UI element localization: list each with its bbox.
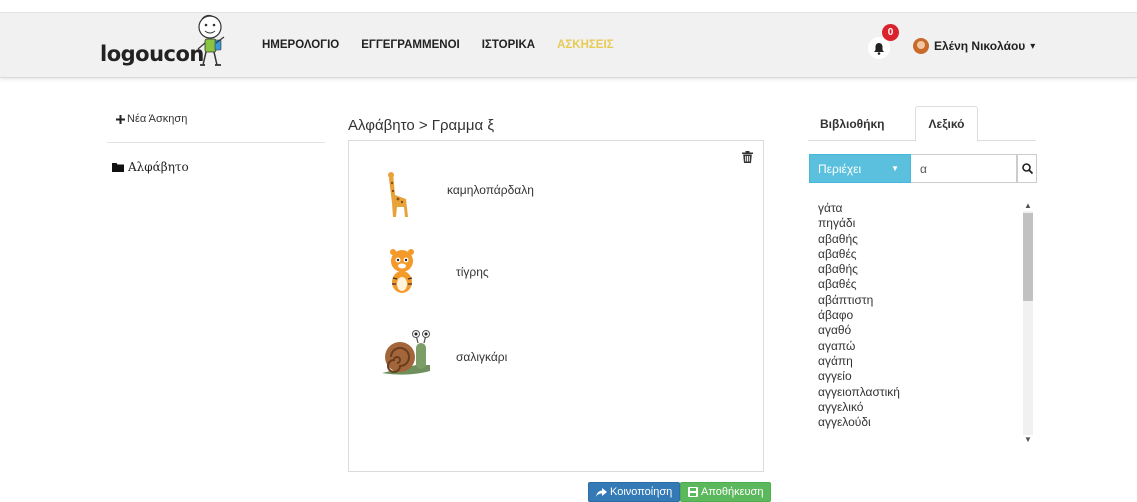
list-item[interactable]: αβαθής xyxy=(818,232,1036,247)
filter-label: Περιέχει xyxy=(818,161,862,176)
save-button[interactable]: Αποθήκευση xyxy=(680,482,772,502)
list-item[interactable]: αβαθές xyxy=(818,277,1036,292)
list-item[interactable]: αγαθό xyxy=(818,323,1036,338)
word-label: καμηλοπάρδαλη xyxy=(447,183,534,197)
save-label: Αποθήκευση xyxy=(701,486,764,498)
nav-history[interactable]: ΙΣΤΟΡΙΚΑ xyxy=(482,39,535,51)
list-item[interactable]: αγάπη xyxy=(818,354,1036,369)
tab-dictionary[interactable]: Λεξικό xyxy=(915,106,978,142)
giraffe-image xyxy=(388,172,408,217)
dictionary-search: Περιέχει ▼ xyxy=(809,154,1037,183)
list-item[interactable]: αβαθής xyxy=(818,262,1036,277)
list-item[interactable]: άβαφο xyxy=(818,308,1036,323)
breadcrumb: Αλφάβητο > Γραμμα ξ xyxy=(348,117,495,134)
new-exercise-button[interactable]: Νέα Άσκηση xyxy=(116,113,187,125)
right-tabs: Βιβλιοθήκη Λεξικό xyxy=(808,106,1036,142)
list-item[interactable]: αβάπτιστη xyxy=(818,293,1036,308)
trash-icon xyxy=(742,151,753,163)
logo-text: logoucon xyxy=(100,42,204,66)
share-button[interactable]: Κοινοποίηση xyxy=(588,482,681,502)
tab-library[interactable]: Βιβλιοθήκη xyxy=(820,106,885,141)
list-item[interactable]: αγγελικό xyxy=(818,400,1036,415)
word-label: σαλιγκάρι xyxy=(456,350,508,364)
nav-calendar[interactable]: ΗΜΕΡΟΛΟΓΙΟ xyxy=(262,39,339,51)
search-icon xyxy=(1021,163,1033,174)
share-label: Κοινοποίηση xyxy=(610,486,673,498)
delete-button[interactable] xyxy=(742,150,753,168)
bell-icon xyxy=(874,42,884,55)
snail-image xyxy=(382,330,430,375)
floppy-disk-icon xyxy=(688,487,698,497)
filter-dropdown-button[interactable]: Περιέχει ▼ xyxy=(809,154,911,183)
word-list-scrollbar[interactable]: ▲ ▼ xyxy=(1021,199,1035,446)
caret-down-icon: ▼ xyxy=(891,164,900,173)
search-button[interactable] xyxy=(1017,154,1037,183)
logo[interactable]: logoucon xyxy=(100,14,240,75)
top-navbar: logoucon ΗΜΕΡΟΛΟΓΙΟ ΕΓΓΕΓΡΑΜΜΕΝΟΙ ΙΣΤΟΡΙ… xyxy=(0,12,1137,78)
folder-item-alphabet[interactable]: Αλφάβητο xyxy=(112,160,189,174)
main-nav: ΗΜΕΡΟΛΟΓΙΟ ΕΓΓΕΓΡΑΜΜΕΝΟΙ ΙΣΤΟΡΙΚΑ ΑΣΚΗΣΕ… xyxy=(262,39,614,51)
user-caret-icon: ▾ xyxy=(1030,40,1036,52)
word-label: τίγρης xyxy=(456,265,489,279)
plus-icon xyxy=(116,114,125,124)
list-item[interactable]: αγγείο xyxy=(818,369,1036,384)
avatar xyxy=(913,38,929,54)
nav-exercises[interactable]: ΑΣΚΗΣΕΙΣ xyxy=(557,39,613,51)
folder-icon xyxy=(112,163,124,172)
list-item[interactable]: αγγελούδι xyxy=(818,415,1036,430)
tiger-image xyxy=(390,249,414,293)
share-icon xyxy=(596,487,607,497)
user-menu[interactable]: Ελένη Νικολάου ▾ xyxy=(913,38,1035,54)
sidebar-divider xyxy=(107,142,325,143)
scroll-down-icon[interactable]: ▼ xyxy=(1024,435,1032,444)
kid-mascot-icon xyxy=(197,14,225,66)
folder-label: Αλφάβητο xyxy=(128,160,189,174)
list-item[interactable]: αγγειοπλαστική xyxy=(818,385,1036,400)
user-name: Ελένη Νικολάου xyxy=(934,39,1026,53)
notification-count-badge: 0 xyxy=(882,24,899,41)
list-item[interactable]: αγαπώ xyxy=(818,339,1036,354)
scroll-up-icon[interactable]: ▲ xyxy=(1024,201,1032,210)
search-input[interactable] xyxy=(911,154,1017,183)
scrollbar-thumb[interactable] xyxy=(1023,213,1033,301)
list-item[interactable]: γάτα xyxy=(818,201,1036,216)
nav-registered[interactable]: ΕΓΓΕΓΡΑΜΜΕΝΟΙ xyxy=(361,39,459,51)
new-exercise-label: Νέα Άσκηση xyxy=(127,113,188,125)
list-item[interactable]: αβαθές xyxy=(818,247,1036,262)
list-item[interactable]: πηγάδι xyxy=(818,216,1036,231)
dictionary-word-list[interactable]: γάτα πηγάδι αβαθής αβαθές αβαθής αβαθές … xyxy=(818,201,1036,447)
